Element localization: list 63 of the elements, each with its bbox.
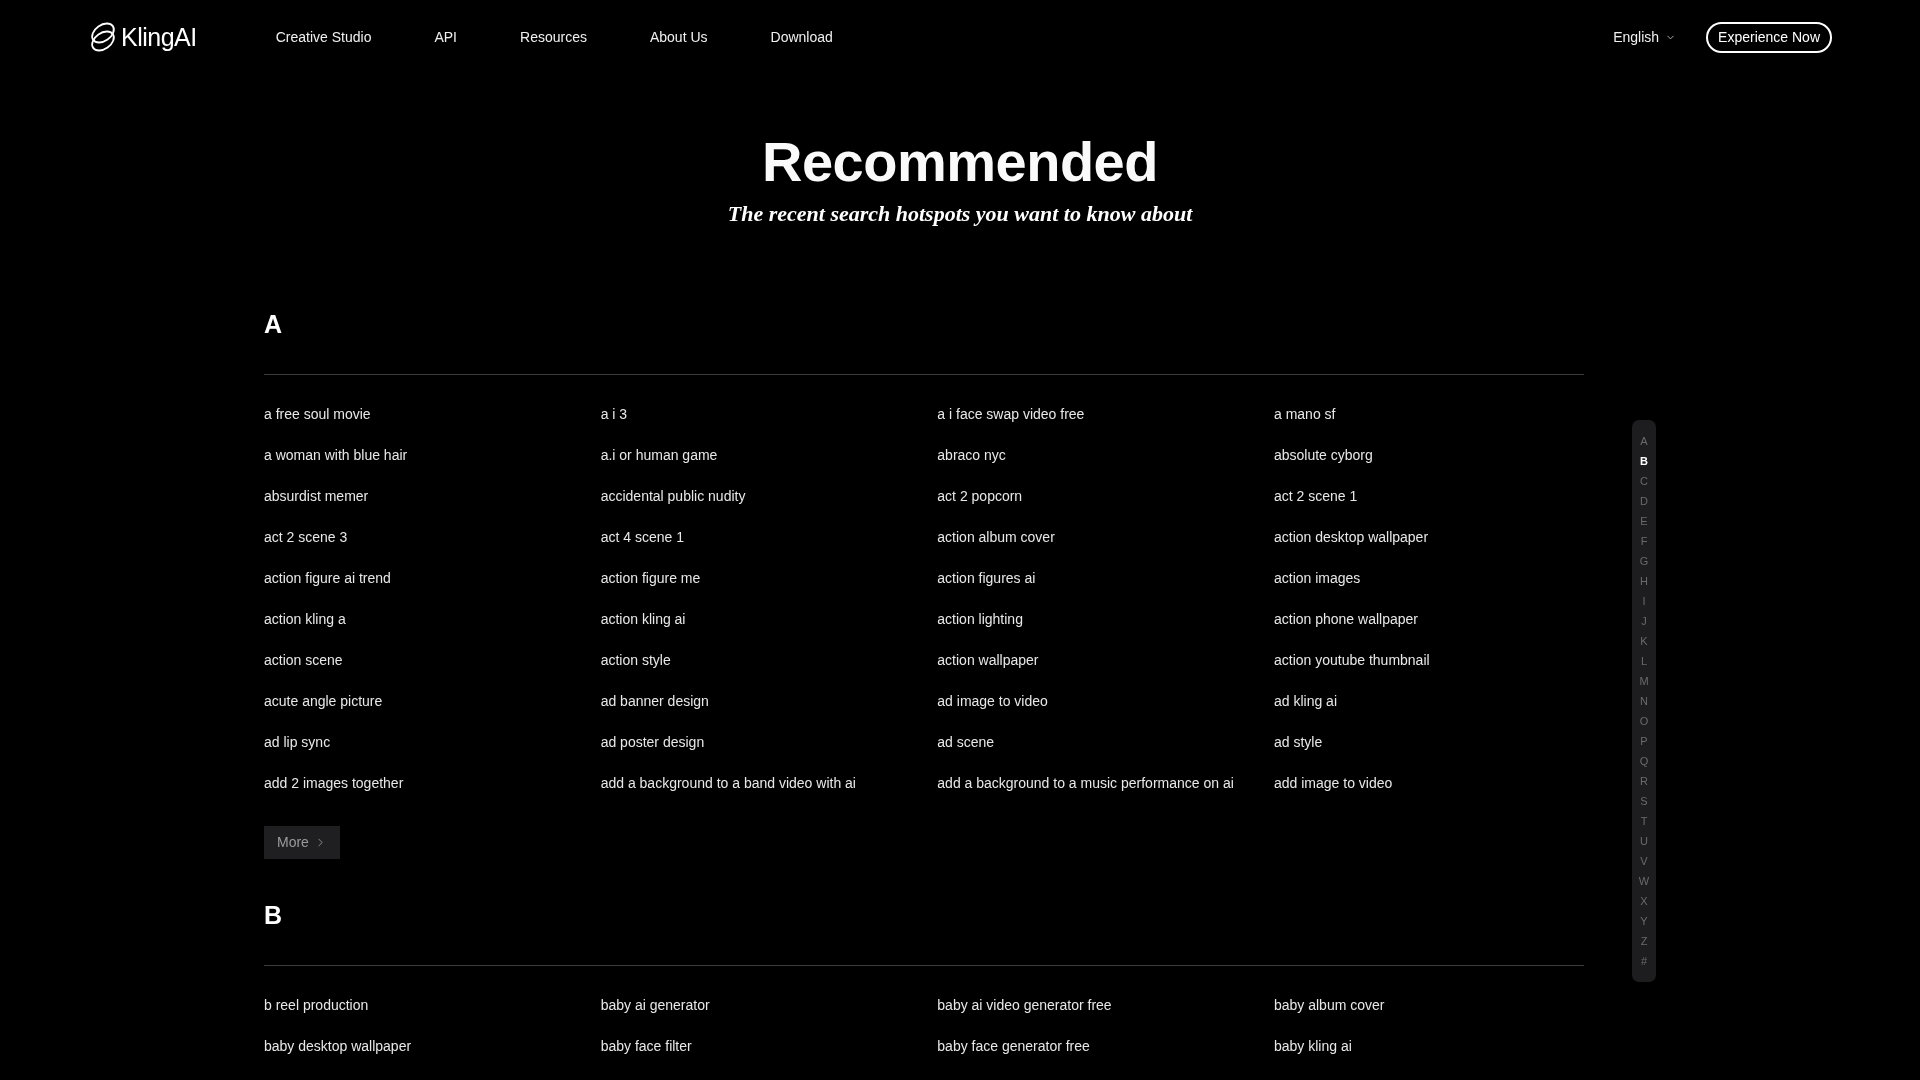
- keyword-link[interactable]: act 2 scene 1: [1273, 486, 1358, 506]
- keyword-link[interactable]: a i face swap video free: [937, 404, 1085, 424]
- keyword-link[interactable]: a mano sf: [1273, 404, 1336, 424]
- keyword-link[interactable]: action wallpaper: [937, 650, 1039, 670]
- keyword-link[interactable]: b reel production: [264, 995, 369, 1015]
- keyword-link[interactable]: a i 3: [600, 404, 628, 424]
- page-title: Recommended: [762, 134, 1158, 190]
- keyword-link[interactable]: ad kling ai: [1273, 691, 1337, 711]
- keyword-link[interactable]: absurdist memer: [264, 486, 369, 506]
- keyword-link[interactable]: ad lip sync: [264, 732, 331, 752]
- keyword-link[interactable]: add image to video: [1273, 773, 1393, 793]
- keyword-link[interactable]: baby face filter: [600, 1036, 692, 1056]
- nav-link[interactable]: API: [434, 26, 457, 48]
- keyword-link[interactable]: act 4 scene 1: [600, 527, 684, 547]
- keyword-link[interactable]: action kling a: [264, 609, 346, 629]
- keyword-link[interactable]: act 2 popcorn: [937, 486, 1023, 506]
- keyword-link[interactable]: add 2 images together: [264, 773, 404, 793]
- keyword-link[interactable]: baby ai generator: [600, 995, 710, 1015]
- language-selector[interactable]: English: [1613, 26, 1677, 48]
- keyword-link[interactable]: ad poster design: [600, 732, 705, 752]
- more-button[interactable]: More: [264, 826, 340, 859]
- keyword-link[interactable]: action figure ai trend: [264, 568, 391, 588]
- index-letter[interactable]: B: [1640, 451, 1648, 471]
- keyword-link[interactable]: act 2 scene 3: [264, 527, 348, 547]
- keyword-link[interactable]: baby face generator free: [937, 1036, 1090, 1056]
- keyword-link[interactable]: baby album cover: [1273, 995, 1385, 1015]
- keyword-link[interactable]: add a background to a music performance on ai: [937, 773, 1234, 793]
- keyword-link[interactable]: ad image to video: [937, 691, 1048, 711]
- section-letter: A: [264, 310, 283, 338]
- keyword-link[interactable]: action figures ai: [937, 568, 1036, 588]
- keyword-link[interactable]: action album cover: [937, 527, 1055, 547]
- keyword-link[interactable]: accidental public nudity: [600, 486, 746, 506]
- keyword-link[interactable]: action scene: [264, 650, 343, 670]
- keyword-link[interactable]: a free soul movie: [264, 404, 371, 424]
- keyword-link[interactable]: abraco nyc: [937, 445, 1006, 465]
- keyword-link[interactable]: absolute cyborg: [1273, 445, 1373, 465]
- logo-icon: [88, 20, 118, 54]
- keyword-link[interactable]: action phone wallpaper: [1273, 609, 1418, 629]
- keyword-link[interactable]: ad scene: [937, 732, 995, 752]
- keyword-link[interactable]: ad style: [1273, 732, 1323, 752]
- keyword-link[interactable]: add a background to a band video with ai: [600, 773, 856, 793]
- keyword-link[interactable]: baby desktop wallpaper: [264, 1036, 412, 1056]
- keyword-link[interactable]: action youtube thumbnail: [1273, 650, 1430, 670]
- keyword-link[interactable]: action style: [600, 650, 671, 670]
- keyword-link[interactable]: ad banner design: [600, 691, 709, 711]
- section-letter: B: [264, 901, 283, 929]
- nav-link[interactable]: About Us: [649, 26, 708, 48]
- keyword-link[interactable]: action figure me: [600, 568, 701, 588]
- experience-now-button[interactable]: Experience Now: [1706, 21, 1832, 53]
- keyword-link[interactable]: baby ai video generator free: [937, 995, 1112, 1015]
- keyword-link[interactable]: action images: [1273, 568, 1361, 588]
- nav-link[interactable]: Download: [770, 26, 833, 48]
- keyword-link[interactable]: action kling ai: [600, 609, 686, 629]
- keyword-link[interactable]: a.i or human game: [600, 445, 718, 465]
- keyword-link[interactable]: action lighting: [937, 609, 1023, 629]
- keyword-link[interactable]: baby kling ai: [1273, 1036, 1352, 1056]
- nav-link[interactable]: Resources: [520, 26, 587, 48]
- page-subtitle: The recent search hotspots you want to know about: [727, 200, 1193, 228]
- keyword-link[interactable]: a woman with blue hair: [264, 445, 408, 465]
- nav-link[interactable]: Creative Studio: [275, 26, 372, 48]
- keyword-link[interactable]: action desktop wallpaper: [1273, 527, 1429, 547]
- logo-wordmark[interactable]: KlingAI: [121, 24, 197, 50]
- keyword-link[interactable]: acute angle picture: [264, 691, 383, 711]
